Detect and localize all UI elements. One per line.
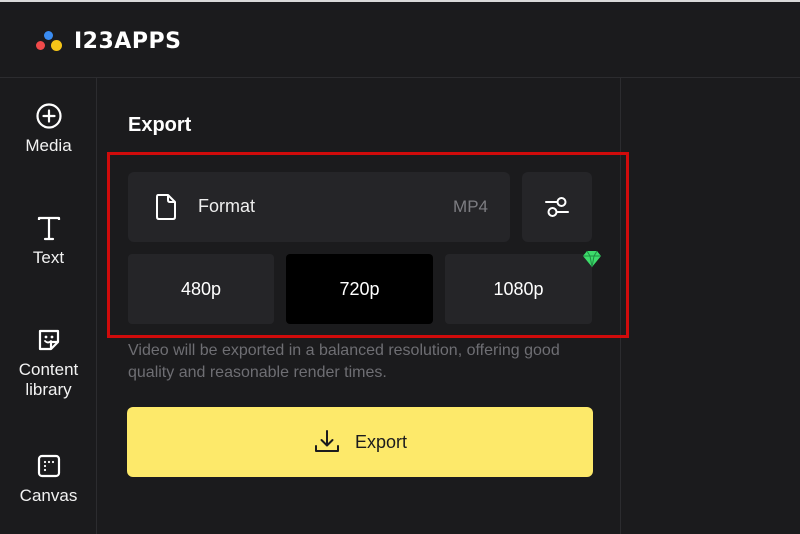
sidebar-item-label: Content library [18, 360, 79, 399]
export-button[interactable]: Export [127, 407, 593, 477]
text-t-icon [37, 216, 60, 241]
sidebar-item-text[interactable]: Text [0, 214, 97, 268]
top-bar: I23APPS [0, 0, 800, 78]
logo-dot-yellow [51, 40, 62, 51]
sidebar-item-label: Media [25, 136, 72, 155]
app-logo[interactable]: I23APPS [36, 28, 181, 54]
sidebar: Media Text Content library Canvas [0, 78, 97, 534]
sidebar-item-canvas[interactable]: Canvas [0, 452, 97, 506]
sidebar-item-media[interactable]: Media [0, 102, 97, 156]
sticker-icon [38, 329, 59, 351]
export-button-label: Export [354, 431, 408, 452]
plus-circle-icon [35, 103, 62, 129]
sidebar-item-label: Canvas [19, 486, 78, 505]
highlight-box [107, 152, 629, 338]
sidebar-item-content-library[interactable]: Content library [0, 326, 97, 400]
panel-title: Export [128, 114, 192, 136]
logo-dot-red [36, 41, 45, 50]
sidebar-item-label: Text [32, 248, 65, 267]
logo-dot-blue [44, 31, 53, 40]
preview-area [622, 78, 800, 534]
download-icon [314, 430, 339, 452]
logo-text: I23APPS [74, 28, 182, 54]
export-description: Video will be exported in a balanced res… [128, 342, 560, 381]
logo-mark [36, 28, 66, 54]
canvas-grid-icon [37, 454, 60, 478]
